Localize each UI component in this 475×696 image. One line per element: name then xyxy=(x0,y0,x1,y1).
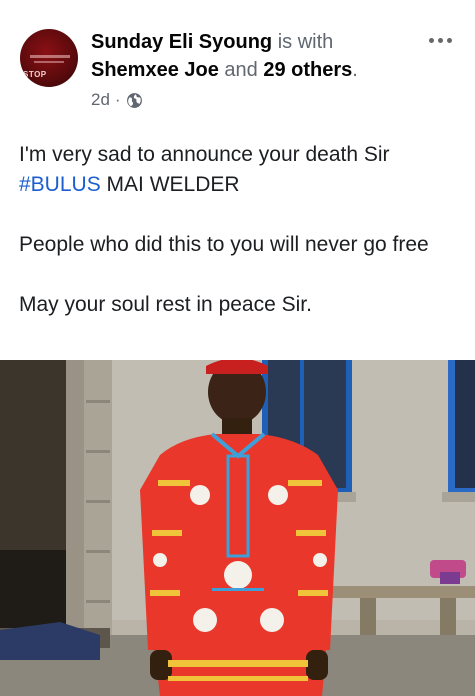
paragraph-3: May your soul rest in peace Sir. xyxy=(19,293,312,316)
tagged-friend[interactable]: Shemxee Joe xyxy=(91,59,219,81)
meta-separator: · xyxy=(114,90,121,109)
paragraph-1-suffix: MAI WELDER xyxy=(100,173,240,196)
paragraph-1-line-2: #BULUS MAI WELDER xyxy=(19,170,459,200)
hashtag-link[interactable]: #BULUS xyxy=(19,173,101,196)
avatar-stamp: STOP xyxy=(23,70,47,79)
post-time[interactable]: 2d xyxy=(91,90,110,110)
more-dot xyxy=(428,37,434,43)
avatar-text-decoration xyxy=(34,61,64,63)
more-options-icon[interactable] xyxy=(425,31,455,49)
globe-icon[interactable] xyxy=(126,92,143,109)
post-text: I'm very sad to announce your death Sir … xyxy=(19,140,459,320)
and-text: and xyxy=(224,59,258,81)
others-link[interactable]: 29 others xyxy=(263,59,352,81)
period-text: . xyxy=(352,59,358,81)
post-header: STOP Sunday Eli Syoung is with Shemxee J… xyxy=(0,0,475,120)
post-photo[interactable] xyxy=(0,360,475,696)
more-dot xyxy=(437,37,443,43)
author-avatar[interactable]: STOP xyxy=(20,29,78,87)
tagged-line: Shemxee Joe and 29 others. xyxy=(91,57,358,83)
photo-illustration xyxy=(0,360,475,696)
is-with-text: is with xyxy=(277,31,334,53)
paragraph-1-line-1: I'm very sad to announce your death Sir xyxy=(19,143,390,166)
avatar-text-decoration xyxy=(30,55,70,58)
post-meta: 2d · xyxy=(91,90,143,110)
author-line: Sunday Eli Syoung is with xyxy=(91,29,333,55)
author-name[interactable]: Sunday Eli Syoung xyxy=(91,31,272,53)
more-dot xyxy=(446,37,452,43)
paragraph-2: People who did this to you will never go… xyxy=(19,233,429,256)
